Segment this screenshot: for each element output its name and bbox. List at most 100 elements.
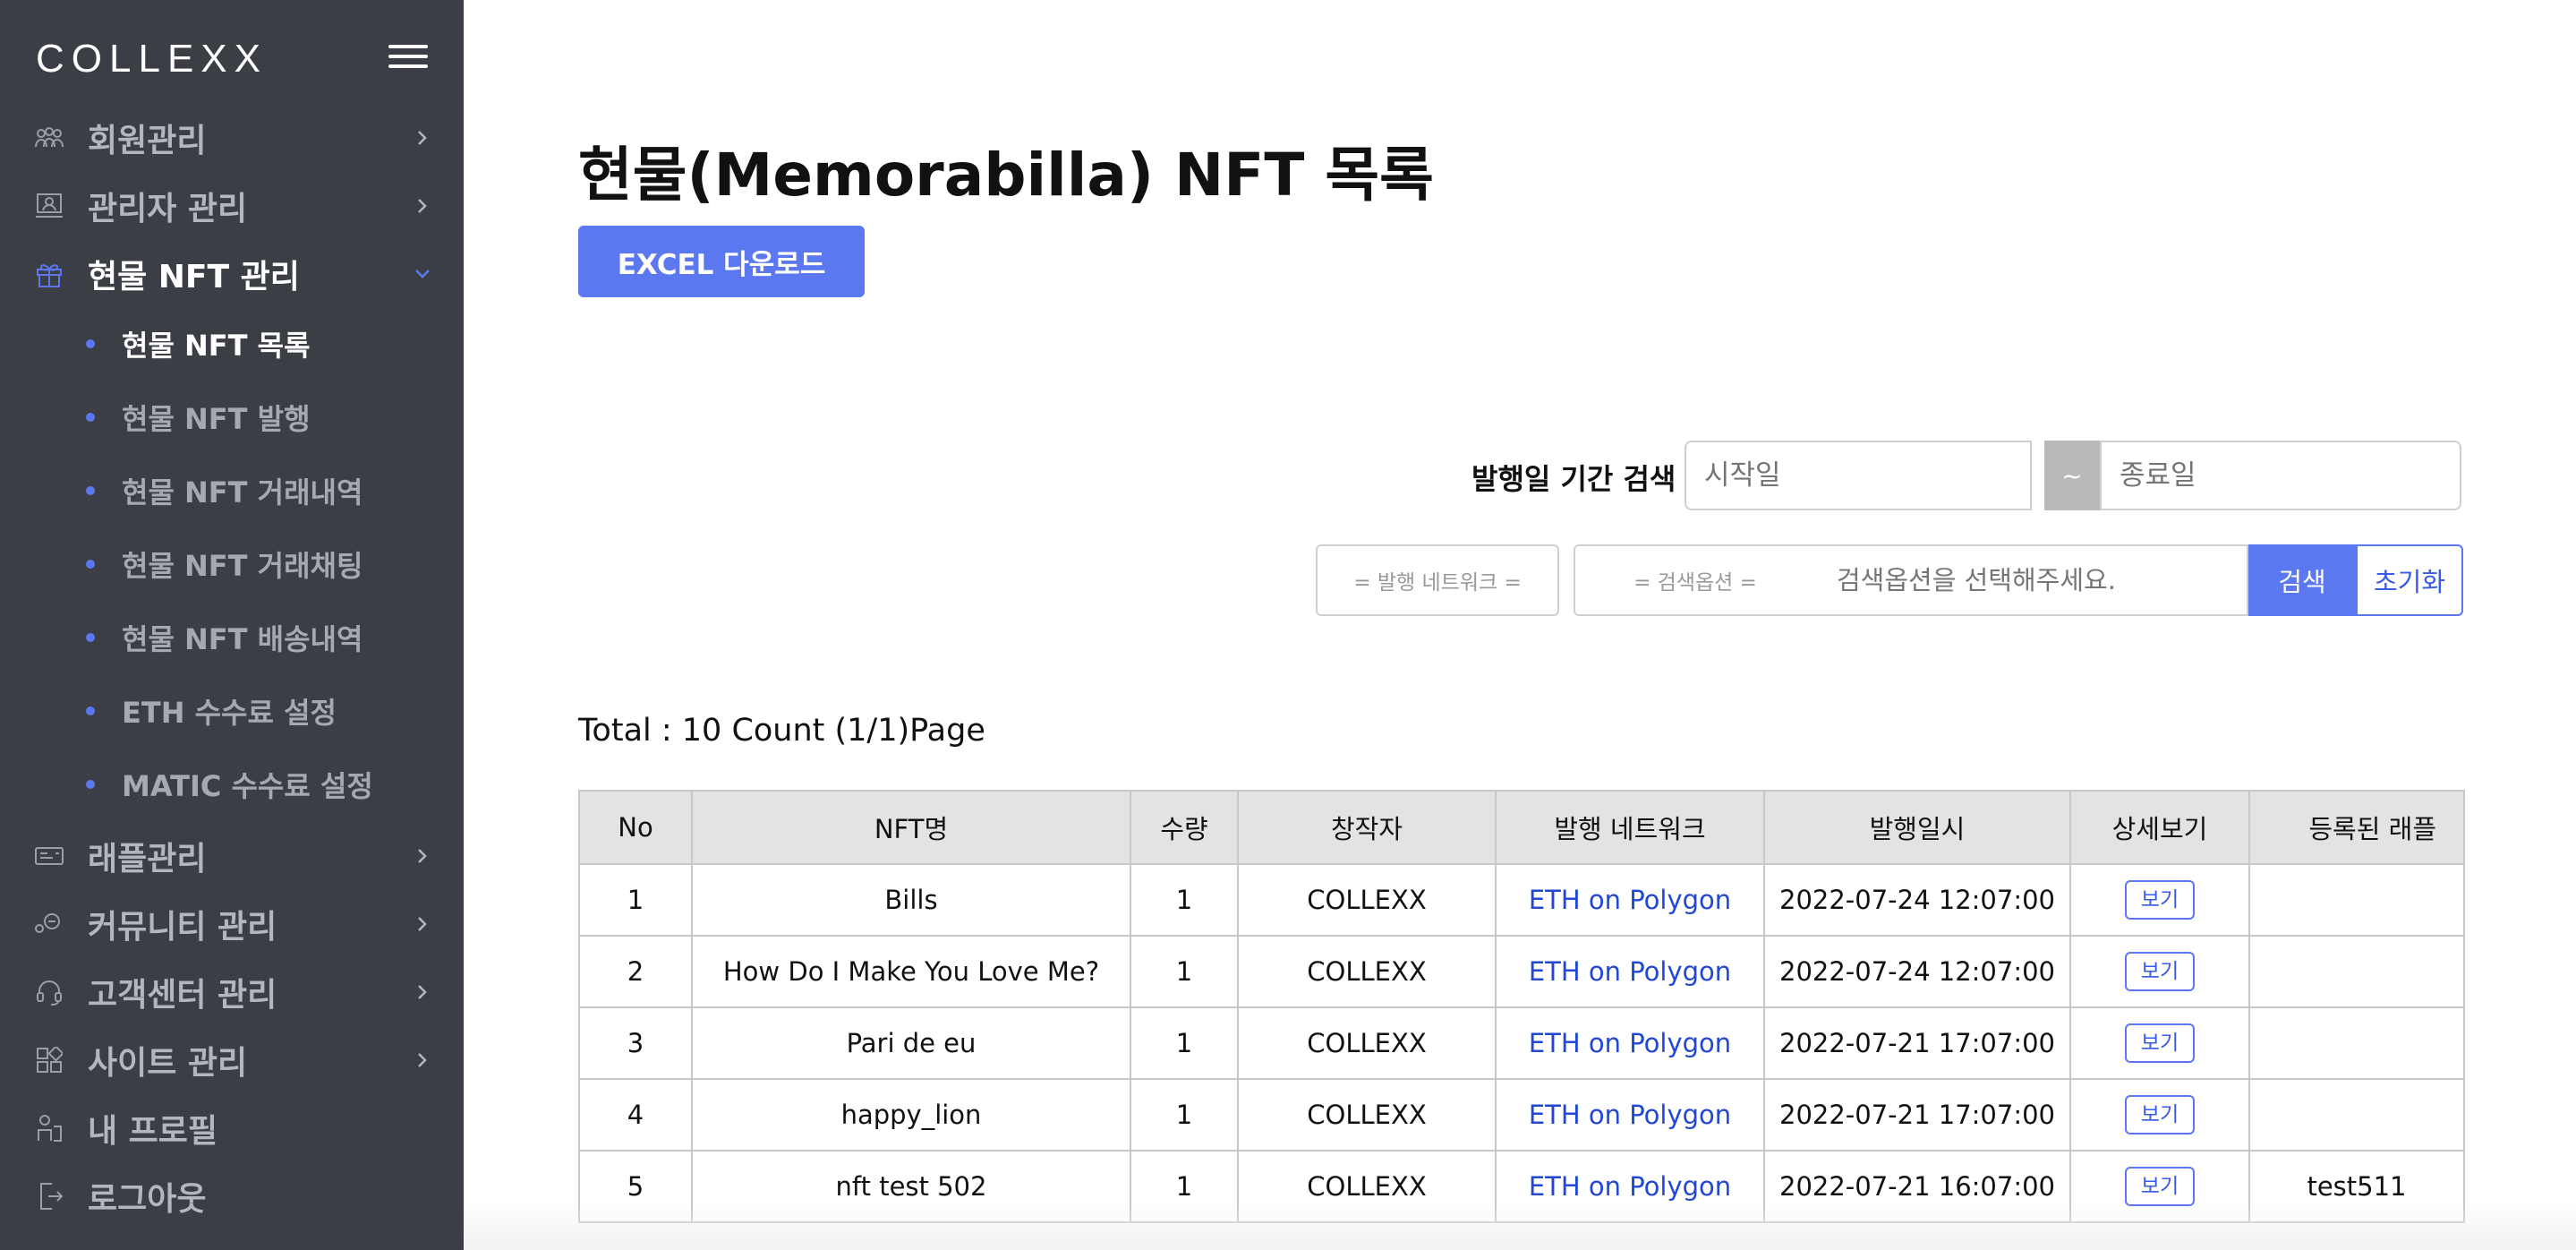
column-header[interactable]: 창작자 bbox=[1237, 790, 1497, 865]
bullet-dot bbox=[86, 780, 95, 789]
sidebar-item-logout[interactable]: 로그아웃 bbox=[0, 1168, 464, 1225]
sidebar-item-profile[interactable]: 내 프로필 bbox=[0, 1100, 464, 1157]
nft-table: No NFT명 수량 창작자 발행 네트워크 발행일시 상세보기 등록된 래플 … bbox=[578, 790, 2465, 1223]
cell-nft-name: How Do I Make You Love Me? bbox=[691, 935, 1131, 1008]
column-header[interactable]: 등록된 래플 bbox=[2248, 790, 2465, 865]
sidebar-item-members[interactable]: 회원관리 bbox=[0, 109, 464, 167]
network-select[interactable]: = 발행 네트워크 = bbox=[1316, 544, 1559, 616]
view-button[interactable]: 보기 bbox=[2125, 952, 2195, 991]
cell-qty: 1 bbox=[1130, 1150, 1239, 1223]
cell-date: 2022-07-24 12:07:00 bbox=[1763, 935, 2071, 1008]
sidebar-item-nft[interactable]: 현물 NFT 관리 bbox=[0, 245, 464, 303]
sidebar-subitem-label: 현물 NFT 배송내역 bbox=[122, 622, 363, 656]
table-row[interactable]: 1 Bills 1 COLLEXX ETH on Polygon 2022-07… bbox=[578, 863, 2465, 937]
sidebar-item-label: 사이트 관리 bbox=[88, 1045, 248, 1082]
headset-icon bbox=[34, 977, 64, 1007]
sidebar-subitem-matic-fee[interactable]: MATIC 수수료 설정 bbox=[0, 758, 464, 811]
search-option-select[interactable]: = 검색옵션 = bbox=[1574, 544, 1817, 616]
cell-network: ETH on Polygon bbox=[1495, 935, 1765, 1008]
view-button[interactable]: 보기 bbox=[2125, 880, 2195, 920]
sidebar-subitem-label: 현물 NFT 발행 bbox=[122, 402, 311, 436]
cell-date: 2022-07-24 12:07:00 bbox=[1763, 863, 2071, 937]
column-header[interactable]: No bbox=[578, 790, 693, 865]
profile-icon bbox=[34, 1113, 64, 1143]
sidebar-item-raffle[interactable]: 래플관리 bbox=[0, 827, 464, 885]
sidebar-subitem-label: 현물 NFT 목록 bbox=[122, 329, 311, 363]
cell-detail: 보기 bbox=[2069, 1150, 2250, 1223]
cell-detail: 보기 bbox=[2069, 863, 2250, 937]
chevron-right-icon bbox=[418, 131, 427, 145]
cell-no: 4 bbox=[578, 1078, 693, 1152]
page-title: 현물(Memorabilla) NFT 목록 bbox=[578, 141, 1434, 210]
cell-detail: 보기 bbox=[2069, 1078, 2250, 1152]
cell-network: ETH on Polygon bbox=[1495, 1150, 1765, 1223]
reset-button[interactable]: 초기화 bbox=[2356, 544, 2463, 616]
column-header[interactable]: 발행일시 bbox=[1763, 790, 2071, 865]
table-row[interactable]: 4 happy_lion 1 COLLEXX ETH on Polygon 20… bbox=[578, 1078, 2465, 1152]
total-count: Total : 10 Count (1/1)Page bbox=[578, 713, 985, 749]
cell-qty: 1 bbox=[1130, 1006, 1239, 1080]
cell-qty: 1 bbox=[1130, 935, 1239, 1008]
view-button[interactable]: 보기 bbox=[2125, 1095, 2195, 1134]
sidebar-item-label: 내 프로필 bbox=[88, 1113, 218, 1150]
cell-qty: 1 bbox=[1130, 863, 1239, 937]
cell-raffle: test511 bbox=[2248, 1150, 2465, 1223]
start-date-input[interactable] bbox=[1685, 441, 2032, 510]
cell-creator: COLLEXX bbox=[1237, 1006, 1497, 1080]
sidebar-subitem-nft-chat[interactable]: 현물 NFT 거래채팅 bbox=[0, 537, 464, 591]
members-icon bbox=[34, 123, 64, 153]
cell-creator: COLLEXX bbox=[1237, 863, 1497, 937]
sidebar-subitem-nft-shipping[interactable]: 현물 NFT 배송내역 bbox=[0, 611, 464, 664]
sidebar-item-site[interactable]: 사이트 관리 bbox=[0, 1032, 464, 1089]
sidebar-item-label: 래플관리 bbox=[88, 841, 207, 878]
community-icon bbox=[34, 909, 64, 939]
column-header[interactable]: NFT명 bbox=[691, 790, 1131, 865]
column-header[interactable]: 상세보기 bbox=[2069, 790, 2250, 865]
sidebar-item-label: 현물 NFT 관리 bbox=[88, 259, 300, 295]
cell-no: 2 bbox=[578, 935, 693, 1008]
bullet-dot bbox=[86, 633, 95, 642]
cell-nft-name: nft test 502 bbox=[691, 1150, 1131, 1223]
cell-date: 2022-07-21 16:07:00 bbox=[1763, 1150, 2071, 1223]
view-button[interactable]: 보기 bbox=[2125, 1167, 2195, 1206]
main-content: 현물(Memorabilla) NFT 목록 EXCEL 다운로드 발행일 기간… bbox=[464, 0, 2576, 1250]
view-button[interactable]: 보기 bbox=[2125, 1023, 2195, 1063]
cell-raffle bbox=[2248, 1078, 2465, 1152]
sidebar: COLLEXX 회원관리 관리자 관리 현물 NFT 관리 현물 NFT 목록 … bbox=[0, 0, 464, 1250]
table-row[interactable]: 3 Pari de eu 1 COLLEXX ETH on Polygon 20… bbox=[578, 1006, 2465, 1080]
sidebar-item-label: 로그아웃 bbox=[88, 1181, 207, 1218]
search-input[interactable] bbox=[1815, 544, 2248, 616]
sidebar-item-label: 고객센터 관리 bbox=[88, 977, 277, 1014]
sidebar-subitem-nft-trades[interactable]: 현물 NFT 거래내역 bbox=[0, 464, 464, 518]
bullet-dot bbox=[86, 413, 95, 422]
excel-download-button[interactable]: EXCEL 다운로드 bbox=[578, 226, 865, 297]
cell-date: 2022-07-21 17:07:00 bbox=[1763, 1078, 2071, 1152]
cell-network: ETH on Polygon bbox=[1495, 1078, 1765, 1152]
chevron-right-icon bbox=[418, 1053, 427, 1067]
column-header[interactable]: 수량 bbox=[1130, 790, 1239, 865]
sidebar-subitem-eth-fee[interactable]: ETH 수수료 설정 bbox=[0, 684, 464, 738]
cell-nft-name: Bills bbox=[691, 863, 1131, 937]
chevron-right-icon bbox=[418, 849, 427, 863]
column-header[interactable]: 발행 네트워크 bbox=[1495, 790, 1765, 865]
cell-raffle bbox=[2248, 1006, 2465, 1080]
bullet-dot bbox=[86, 560, 95, 569]
sidebar-subitem-nft-list[interactable]: 현물 NFT 목록 bbox=[0, 317, 464, 371]
table-row[interactable]: 2 How Do I Make You Love Me? 1 COLLEXX E… bbox=[578, 935, 2465, 1008]
sidebar-subitem-label: MATIC 수수료 설정 bbox=[122, 769, 373, 803]
table-row[interactable]: 5 nft test 502 1 COLLEXX ETH on Polygon … bbox=[578, 1150, 2465, 1223]
brand-logo[interactable]: COLLEXX bbox=[36, 39, 268, 79]
cell-no: 5 bbox=[578, 1150, 693, 1223]
sidebar-item-support[interactable]: 고객센터 관리 bbox=[0, 963, 464, 1021]
sidebar-subitem-nft-issue[interactable]: 현물 NFT 발행 bbox=[0, 390, 464, 444]
sidebar-item-community[interactable]: 커뮤니티 관리 bbox=[0, 895, 464, 953]
date-separator: ~ bbox=[2044, 441, 2100, 510]
cell-raffle bbox=[2248, 935, 2465, 1008]
sidebar-item-admin[interactable]: 관리자 관리 bbox=[0, 177, 464, 235]
cell-no: 3 bbox=[578, 1006, 693, 1080]
menu-toggle-icon[interactable] bbox=[388, 45, 428, 72]
cell-network: ETH on Polygon bbox=[1495, 863, 1765, 937]
chevron-right-icon bbox=[418, 985, 427, 999]
search-button[interactable]: 검색 bbox=[2248, 544, 2356, 616]
end-date-input[interactable] bbox=[2100, 441, 2461, 510]
